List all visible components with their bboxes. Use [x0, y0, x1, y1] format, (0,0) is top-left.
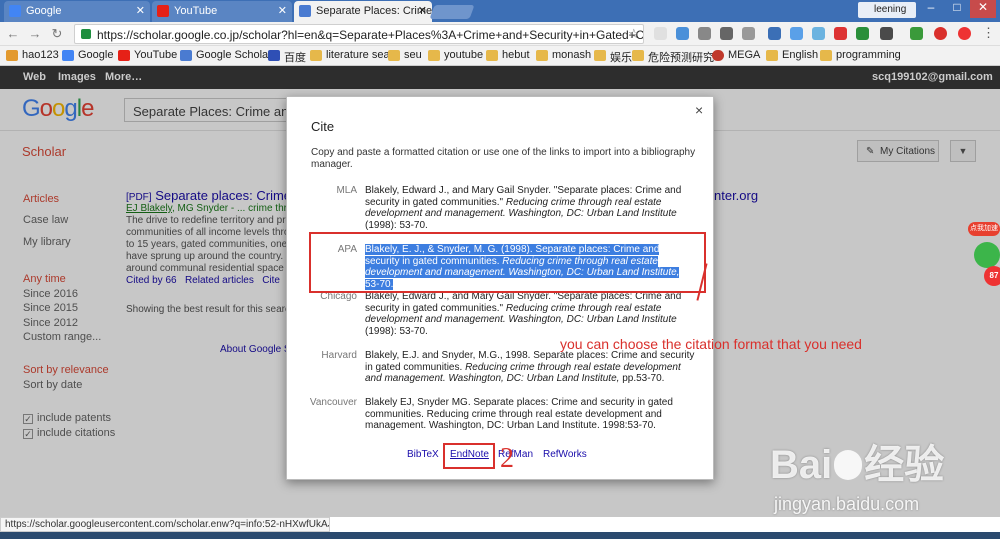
forward-icon[interactable]: →	[26, 26, 44, 42]
status-bar-url: https://scholar.googleusercontent.com/sc…	[0, 517, 330, 532]
bookmark-item[interactable]: 百度	[268, 49, 306, 65]
bookmark-item[interactable]: Google	[62, 49, 113, 61]
youtube-favicon-icon	[157, 5, 169, 17]
minimize-icon[interactable]: –	[918, 0, 944, 18]
bookmarks-bar: hao123 Google YouTube Google Scholar 百度 …	[0, 46, 1000, 66]
citation-vancouver[interactable]: Blakely EJ, Snyder MG. Separate places: …	[365, 397, 695, 432]
extension-icon[interactable]	[676, 27, 689, 40]
annotation-text: you can choose the citation format that …	[560, 336, 862, 352]
tab-strip: Google ✕ YouTube ✕ Separate Places: Crim…	[0, 0, 1000, 22]
dialog-instruction: Copy and paste a formatted citation or u…	[311, 147, 696, 170]
google-bar: Web Images More… scq199102@gmail.com	[0, 66, 1000, 89]
address-bar[interactable]: https://scholar.google.co.jp/scholar?hl=…	[74, 24, 644, 44]
bookmark-item[interactable]: English	[766, 49, 818, 61]
annotation-number: 2	[500, 443, 514, 474]
browser-toolbar: ← → ↻ https://scholar.google.co.jp/schol…	[0, 22, 1000, 46]
citation-mla[interactable]: Blakely, Edward J., and Mary Gail Snyder…	[365, 185, 695, 231]
url-text: https://scholar.google.co.jp/scholar?hl=…	[97, 28, 644, 42]
bookmark-item[interactable]: MEGA	[712, 49, 760, 61]
tab-youtube[interactable]: YouTube ✕	[152, 1, 292, 22]
bookmark-item[interactable]: Google Scholar	[180, 49, 272, 61]
bookmark-item[interactable]: youtube	[428, 49, 483, 61]
tab-title: Separate Places: Crime	[316, 5, 432, 17]
frog-icon	[974, 242, 1000, 268]
paw-icon	[834, 450, 863, 480]
bibtex-link[interactable]: BibTeX	[407, 449, 439, 460]
profile-name: leening	[874, 4, 907, 15]
close-tab-icon[interactable]: ✕	[418, 4, 427, 17]
bookmark-item[interactable]: hebut	[486, 49, 530, 61]
widget-counter: 87	[984, 266, 1000, 286]
speed-widget[interactable]: 点我加速 87	[968, 222, 1000, 292]
extension-icon[interactable]	[698, 27, 711, 40]
watermark-url: jingyan.baidu.com	[774, 494, 920, 514]
account-email[interactable]: scq199102@gmail.com	[872, 71, 993, 83]
more-link[interactable]: More…	[105, 71, 142, 83]
baidu-watermark: Bai 经验 jingyan.baidu.com	[760, 432, 1000, 522]
taskbar	[0, 532, 1000, 539]
tab-title: Google	[26, 5, 62, 17]
bookmark-item[interactable]: literature sea	[310, 49, 390, 61]
maximize-icon[interactable]: □	[944, 0, 970, 18]
extension-icon[interactable]	[856, 27, 869, 40]
apa-highlight-box	[309, 232, 706, 293]
widget-label: 点我加速	[968, 222, 1000, 236]
format-label-harvard: Harvard	[321, 350, 357, 361]
bookmark-item[interactable]: YouTube	[118, 49, 177, 61]
extension-icon[interactable]	[812, 27, 825, 40]
adblock-icon[interactable]	[934, 27, 947, 40]
format-label-vancouver: Vancouver	[309, 397, 357, 408]
close-tab-icon[interactable]: ✕	[136, 4, 145, 17]
refworks-link[interactable]: RefWorks	[543, 449, 587, 460]
google-favicon-icon	[9, 5, 21, 17]
images-link[interactable]: Images	[58, 71, 96, 83]
profile-button[interactable]: leening	[858, 2, 916, 18]
extension-icon[interactable]	[834, 27, 847, 40]
extension-icon[interactable]	[880, 27, 893, 40]
scholar-favicon-icon	[299, 5, 311, 17]
close-icon[interactable]: ×	[695, 102, 703, 118]
opera-icon[interactable]	[958, 27, 971, 40]
reload-icon[interactable]: ↻	[48, 26, 66, 42]
new-tab-button[interactable]	[429, 5, 475, 19]
format-label-mla: MLA	[336, 185, 357, 196]
dialog-title: Cite	[311, 119, 335, 134]
tab-scholar[interactable]: Separate Places: Crime ✕	[294, 1, 432, 22]
extension-icon[interactable]	[910, 27, 923, 40]
bookmark-item[interactable]: 危险预测研究	[632, 49, 714, 65]
extension-icon[interactable]	[742, 27, 755, 40]
tab-title: YouTube	[174, 5, 218, 17]
extension-icon[interactable]	[654, 27, 667, 40]
bookmark-item[interactable]: seu	[388, 49, 422, 61]
citation-chicago[interactable]: Blakely, Edward J., and Mary Gail Snyder…	[365, 291, 695, 337]
watermark-brand: Bai 经验	[770, 443, 945, 487]
bookmark-item[interactable]: monash	[536, 49, 591, 61]
bookmark-star-icon[interactable]: ☆	[628, 26, 640, 42]
tab-google[interactable]: Google ✕	[4, 1, 150, 22]
endnote-highlight-box	[443, 443, 495, 469]
web-link[interactable]: Web	[23, 71, 46, 83]
extension-icon[interactable]	[720, 27, 733, 40]
lock-icon	[81, 29, 91, 39]
menu-icon[interactable]: ⋮	[982, 25, 995, 41]
bookmark-item[interactable]: hao123	[6, 49, 59, 61]
close-tab-icon[interactable]: ✕	[278, 4, 287, 17]
back-icon[interactable]: ←	[4, 26, 22, 42]
extension-icon[interactable]	[790, 27, 803, 40]
bookmark-item[interactable]: programming	[820, 49, 901, 61]
extension-icon[interactable]	[768, 27, 781, 40]
citation-harvard[interactable]: Blakely, E.J. and Snyder, M.G., 1998. Se…	[365, 350, 695, 385]
close-window-icon[interactable]: ✕	[970, 0, 996, 18]
bookmark-item[interactable]: 娱乐	[594, 49, 632, 65]
